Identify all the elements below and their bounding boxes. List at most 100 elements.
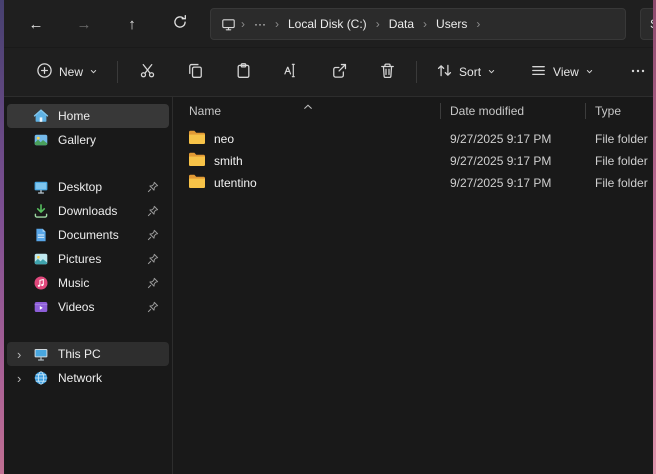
address-bar[interactable]: › ··· › Local Disk (C:) › Data › Users › bbox=[210, 8, 626, 40]
file-name: utentino bbox=[214, 176, 257, 190]
refresh-button[interactable] bbox=[164, 8, 196, 40]
folder-icon bbox=[188, 130, 206, 148]
chevron-down-icon bbox=[585, 65, 594, 79]
pin-icon bbox=[147, 181, 159, 193]
refresh-icon bbox=[172, 14, 188, 34]
breadcrumb-segment-data[interactable]: Data bbox=[385, 15, 418, 33]
column-separator[interactable] bbox=[440, 103, 441, 119]
chevron-down-icon bbox=[89, 65, 98, 79]
file-type: File folder bbox=[585, 154, 653, 168]
sidebar-item-videos[interactable]: Videos bbox=[7, 295, 169, 319]
cut-button[interactable] bbox=[127, 55, 167, 89]
breadcrumb-segment-drive[interactable]: Local Disk (C:) bbox=[284, 15, 371, 33]
file-explorer-window: ← → ↑ › ··· › Local Disk (C:) › Data › U… bbox=[0, 0, 656, 474]
copy-button[interactable] bbox=[175, 55, 215, 89]
share-icon bbox=[331, 62, 348, 82]
breadcrumb-chevron-icon: › bbox=[275, 17, 279, 31]
sidebar-item-documents[interactable]: Documents bbox=[7, 223, 169, 247]
share-button[interactable] bbox=[319, 55, 359, 89]
command-toolbar: New bbox=[4, 48, 653, 97]
breadcrumb-chevron-icon: › bbox=[241, 17, 245, 31]
sidebar-item-label: Downloads bbox=[58, 204, 117, 218]
breadcrumb-chevron-icon: › bbox=[476, 17, 480, 31]
breadcrumb-overflow[interactable]: ··· bbox=[250, 15, 270, 33]
sidebar-item-music[interactable]: Music bbox=[7, 271, 169, 295]
file-date-modified: 9/27/2025 9:17 PM bbox=[440, 154, 585, 168]
pin-icon bbox=[147, 301, 159, 313]
sidebar-section-gap bbox=[4, 152, 172, 175]
sort-button-label: Sort bbox=[459, 65, 481, 79]
column-separator[interactable] bbox=[585, 103, 586, 119]
plus-circle-icon bbox=[36, 62, 53, 82]
delete-button[interactable] bbox=[367, 55, 407, 89]
breadcrumb-chevron-icon: › bbox=[376, 17, 380, 31]
navigation-pane: Home Gallery Desktop bbox=[4, 98, 172, 474]
network-icon bbox=[33, 370, 49, 386]
file-row[interactable]: neo 9/27/2025 9:17 PM File folder bbox=[173, 128, 653, 150]
column-header-row: Name Date modified Type bbox=[173, 98, 653, 124]
sidebar-item-label: Network bbox=[58, 371, 102, 385]
rename-icon bbox=[283, 62, 300, 82]
chevron-right-icon[interactable]: › bbox=[17, 348, 27, 361]
sidebar-item-this-pc[interactable]: › This PC bbox=[7, 342, 169, 366]
file-list: Name Date modified Type neo 9/27/2025 9:… bbox=[173, 98, 653, 474]
view-button-label: View bbox=[553, 65, 579, 79]
toolbar-separator bbox=[117, 61, 118, 83]
desktop-icon bbox=[33, 179, 49, 195]
file-row[interactable]: utentino 9/27/2025 9:17 PM File folder bbox=[173, 172, 653, 194]
view-button[interactable]: View bbox=[520, 55, 604, 89]
breadcrumb-segment-users[interactable]: Users bbox=[432, 15, 471, 33]
rename-button[interactable] bbox=[271, 55, 311, 89]
ellipsis-icon bbox=[630, 63, 646, 82]
pin-icon bbox=[147, 253, 159, 265]
music-icon bbox=[33, 275, 49, 291]
chevron-down-icon bbox=[487, 65, 496, 79]
new-button[interactable]: New bbox=[26, 55, 108, 89]
pin-icon bbox=[147, 229, 159, 241]
paste-button[interactable] bbox=[223, 55, 263, 89]
column-header-date-modified[interactable]: Date modified bbox=[440, 104, 585, 118]
more-options-button[interactable] bbox=[618, 55, 656, 89]
sidebar-item-label: Documents bbox=[58, 228, 119, 242]
sidebar-item-label: Videos bbox=[58, 300, 94, 314]
pane-divider[interactable] bbox=[172, 97, 173, 474]
copy-icon bbox=[187, 62, 204, 82]
file-row[interactable]: smith 9/27/2025 9:17 PM File folder bbox=[173, 150, 653, 172]
navigation-bar: ← → ↑ › ··· › Local Disk (C:) › Data › U… bbox=[4, 0, 653, 48]
column-header-type[interactable]: Type bbox=[585, 104, 653, 118]
breadcrumb-chevron-icon: › bbox=[423, 17, 427, 31]
folder-icon bbox=[188, 174, 206, 192]
forward-button[interactable]: → bbox=[68, 8, 100, 40]
sidebar-item-downloads[interactable]: Downloads bbox=[7, 199, 169, 223]
sidebar-section-gap bbox=[4, 319, 172, 342]
file-date-modified: 9/27/2025 9:17 PM bbox=[440, 176, 585, 190]
sidebar-item-label: Home bbox=[58, 109, 90, 123]
back-button[interactable]: ← bbox=[20, 8, 52, 40]
file-name: smith bbox=[214, 154, 243, 168]
toolbar-separator bbox=[416, 61, 417, 83]
sidebar-item-label: Gallery bbox=[58, 133, 96, 147]
file-date-modified: 9/27/2025 9:17 PM bbox=[440, 132, 585, 146]
sidebar-item-desktop[interactable]: Desktop bbox=[7, 175, 169, 199]
view-icon bbox=[530, 62, 547, 82]
sidebar-item-network[interactable]: › Network bbox=[7, 366, 169, 390]
sort-icon bbox=[436, 62, 453, 82]
sidebar-item-pictures[interactable]: Pictures bbox=[7, 247, 169, 271]
chevron-right-icon[interactable]: › bbox=[17, 372, 27, 385]
sort-button[interactable]: Sort bbox=[426, 55, 506, 89]
cut-icon bbox=[139, 62, 156, 82]
sidebar-item-home[interactable]: Home bbox=[7, 104, 169, 128]
sort-ascending-icon bbox=[303, 99, 313, 113]
folder-icon bbox=[188, 152, 206, 170]
sidebar-item-label: Desktop bbox=[58, 180, 102, 194]
file-type: File folder bbox=[585, 132, 653, 146]
file-rows: neo 9/27/2025 9:17 PM File folder smith … bbox=[173, 124, 653, 194]
downloads-icon bbox=[33, 203, 49, 219]
sidebar-item-label: This PC bbox=[58, 347, 101, 361]
this-pc-icon bbox=[33, 346, 49, 362]
monitor-icon bbox=[221, 17, 236, 32]
sidebar-item-gallery[interactable]: Gallery bbox=[7, 128, 169, 152]
documents-icon bbox=[33, 227, 49, 243]
up-button[interactable]: ↑ bbox=[116, 8, 148, 40]
file-type: File folder bbox=[585, 176, 653, 190]
